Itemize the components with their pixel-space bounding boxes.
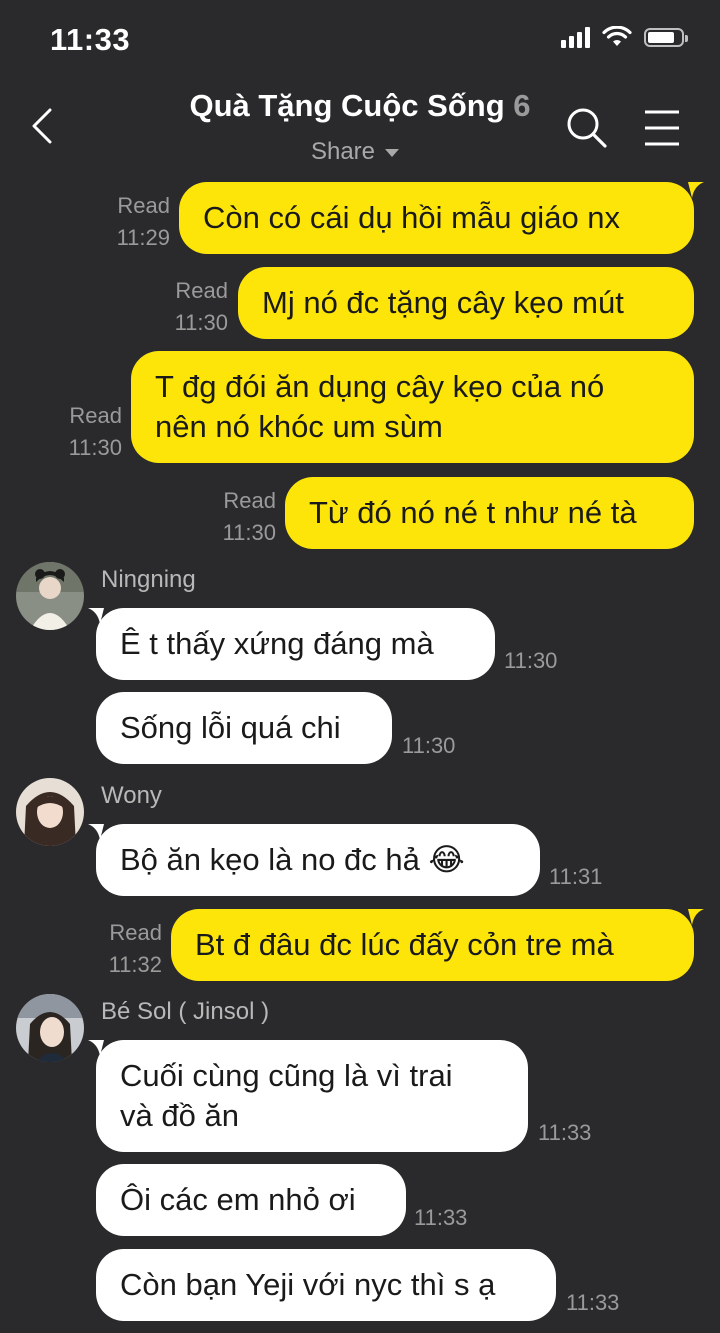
incoming-message-bubble[interactable]: Sống lỗi quá chi — [96, 692, 392, 764]
incoming-message-bubble[interactable]: Còn bạn Yeji với nyc thì s ạ — [96, 1249, 556, 1321]
read-label: Read — [223, 488, 276, 513]
message-time: 11:31 — [549, 864, 603, 889]
sender-name: Wony — [101, 782, 162, 809]
message-text: Bộ ăn kẹo là no đc hả — [120, 842, 420, 877]
incoming-message-bubble[interactable]: Ê t thấy xứng đáng mà — [96, 608, 495, 680]
message-text-line-2: nên nó khóc um sùm — [155, 409, 443, 444]
message-time: 11:30 — [174, 310, 228, 335]
message-text: Còn bạn Yeji với nyc thì s ạ — [120, 1267, 496, 1302]
signal-icon — [561, 26, 590, 48]
sender-name: Ningning — [101, 566, 196, 593]
share-caret-icon — [385, 148, 400, 157]
message-time: 11:33 — [566, 1290, 620, 1315]
message-time: 11:30 — [402, 733, 456, 758]
outgoing-message-bubble[interactable]: Từ đó nó né t như né tà — [285, 477, 694, 549]
read-receipt: Read 11:29 — [100, 190, 170, 254]
wifi-icon — [602, 26, 632, 46]
message-time: 11:33 — [414, 1205, 468, 1230]
message-text: Sống lỗi quá chi — [120, 710, 341, 745]
avatar-ningning[interactable] — [16, 562, 84, 630]
message-text-line-1: Cuối cùng cũng là vì trai — [120, 1058, 453, 1093]
message-time: 11:29 — [116, 225, 170, 250]
outgoing-message-bubble[interactable]: Bt đ đâu đc lúc đấy cỏn tre mà — [171, 909, 694, 981]
message-text-line-1: T đg đói ăn dụng cây kẹo của nó — [155, 369, 605, 404]
incoming-message-bubble[interactable]: Ôi các em nhỏ ơi — [96, 1164, 406, 1236]
message-time: 11:33 — [538, 1120, 592, 1145]
read-label: Read — [175, 278, 228, 303]
status-bar: 11:33 — [0, 0, 720, 80]
message-text: Từ đó nó né t như né tà — [309, 495, 637, 530]
message-time: 11:32 — [108, 952, 162, 977]
message-text: Ê t thấy xứng đáng mà — [120, 626, 434, 661]
message-time: 11:30 — [504, 648, 558, 673]
chat-title: Quà Tặng Cuộc Sống 6 — [0, 88, 720, 124]
read-receipt: Read 11:32 — [90, 917, 162, 981]
read-receipt: Read 11:30 — [150, 275, 228, 339]
outgoing-message-bubble[interactable]: T đg đói ăn dụng cây kẹo của nó nên nó k… — [131, 351, 694, 463]
battery-icon — [644, 27, 688, 47]
read-label: Read — [109, 920, 162, 945]
message-text: Ôi các em nhỏ ơi — [120, 1182, 356, 1217]
outgoing-message-bubble[interactable]: Mj nó đc tặng cây kẹo mút — [238, 267, 694, 339]
read-receipt: Read 11:30 — [50, 400, 122, 464]
read-label: Read — [117, 193, 170, 218]
message-time: 11:30 — [222, 520, 276, 545]
search-icon[interactable] — [565, 106, 609, 150]
message-text: Mj nó đc tặng cây kẹo mút — [262, 285, 624, 320]
message-text-line-2: và đồ ăn — [120, 1098, 239, 1133]
read-receipt: Read 11:30 — [200, 485, 276, 549]
bubble-tail — [688, 909, 704, 925]
incoming-message-bubble[interactable]: Bộ ăn kẹo là no đc hả 😂 — [96, 824, 540, 896]
menu-icon[interactable] — [643, 106, 681, 150]
avatar-wony[interactable] — [16, 778, 84, 846]
chat-header: Quà Tặng Cuộc Sống 6 Share — [0, 80, 720, 180]
share-label: Share — [310, 138, 376, 165]
bubble-tail — [688, 182, 704, 198]
read-label: Read — [69, 403, 122, 428]
message-time: 11:30 — [68, 435, 122, 460]
incoming-message-bubble[interactable]: Cuối cùng cũng là vì trai và đồ ăn — [96, 1040, 528, 1152]
message-text: Còn có cái dụ hồi mẫu giáo nx — [203, 200, 621, 235]
laughing-tears-emoji-icon: 😂 — [428, 842, 465, 877]
chat-name: Quà Tặng Cuộc Sống — [189, 88, 505, 123]
status-time: 11:33 — [50, 22, 131, 57]
status-icons — [561, 26, 688, 48]
outgoing-message-bubble[interactable]: Còn có cái dụ hồi mẫu giáo nx — [179, 182, 694, 254]
sender-name: Bé Sol ( Jinsol ) — [101, 998, 270, 1025]
message-text: Bt đ đâu đc lúc đấy cỏn tre mà — [195, 927, 614, 962]
avatar-be-sol[interactable] — [16, 994, 84, 1062]
member-count: 6 — [513, 88, 531, 123]
